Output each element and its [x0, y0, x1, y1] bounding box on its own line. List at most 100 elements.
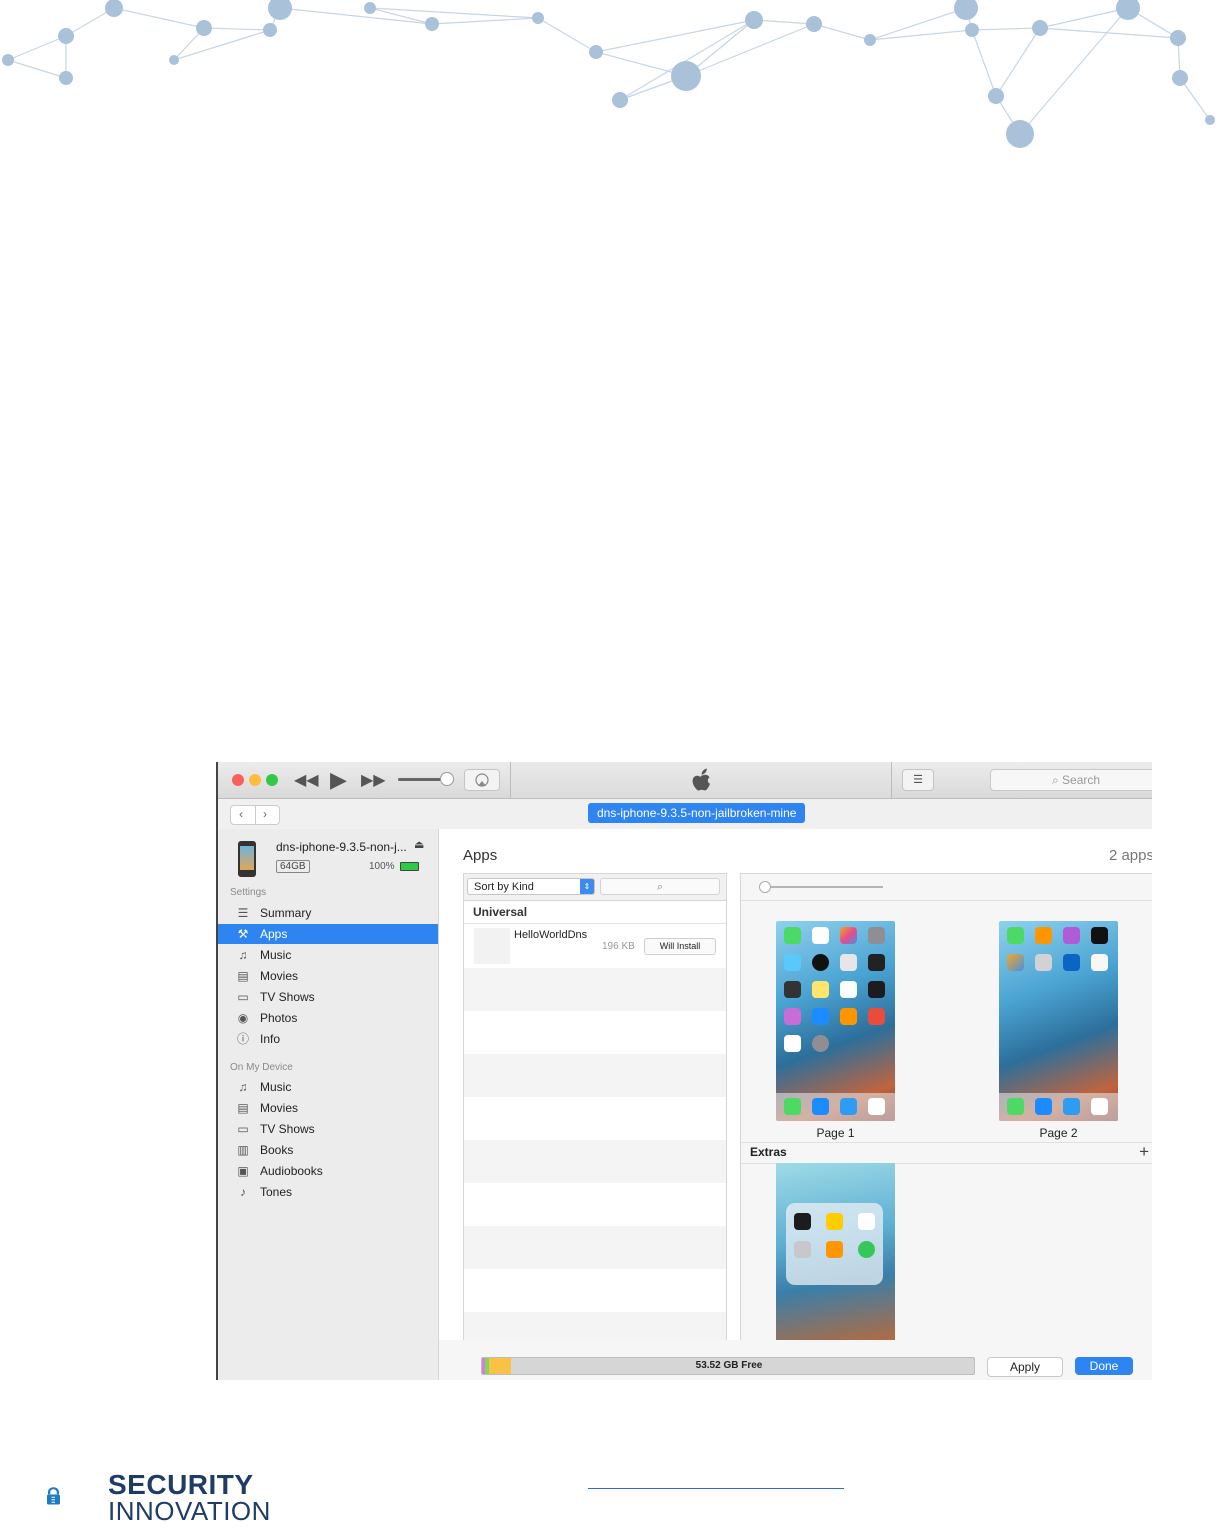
- device-item-tv-shows[interactable]: ▭ TV Shows: [218, 1119, 438, 1139]
- app-row[interactable]: HelloWorldDns 196 KB Will Install: [464, 924, 726, 968]
- nav-divider: [255, 806, 256, 824]
- back-arrow-icon[interactable]: ‹: [239, 807, 243, 821]
- page-2-label: Page 2: [1039, 1126, 1078, 1140]
- on-my-device-heading: On My Device: [230, 1062, 293, 1073]
- zoom-slider[interactable]: [763, 886, 883, 888]
- search-placeholder: Search: [1062, 773, 1101, 787]
- list-icon: ☰: [913, 774, 923, 786]
- bottom-bar: 53.52 GB Free Apply Done: [439, 1340, 1152, 1380]
- capacity-badge: 64GB: [276, 860, 310, 873]
- network-graphic: [2, 0, 1215, 148]
- weather-icon: [784, 954, 801, 971]
- minimize-window-button[interactable]: [249, 774, 261, 786]
- storage-free-label: 53.52 GB Free: [695, 1360, 763, 1371]
- extras-folder-screen[interactable]: [776, 1163, 895, 1344]
- home-screen-page-1[interactable]: [776, 921, 895, 1121]
- camera-icon: [868, 927, 885, 944]
- music-icon: ♫: [238, 1080, 248, 1094]
- logo-text-innovation: INNOVATION: [108, 1496, 271, 1526]
- settings-icon: [812, 1035, 829, 1052]
- sidebar-item-label: Photos: [260, 1011, 298, 1025]
- footer-link-underline[interactable]: [588, 1488, 844, 1489]
- safari-icon: [812, 1098, 829, 1115]
- settings-item-summary[interactable]: ☰ Summary: [218, 903, 438, 923]
- extras-label: Extras: [750, 1145, 787, 1159]
- rewind-icon[interactable]: ◀◀: [294, 770, 319, 790]
- zoom-window-button[interactable]: [266, 774, 278, 786]
- settings-heading: Settings: [230, 887, 267, 898]
- blank-app-icon: [1091, 954, 1108, 971]
- empty-row: [464, 1054, 726, 1097]
- app-icon: [474, 928, 510, 964]
- sidebar-item-label: Movies: [260, 1101, 299, 1115]
- home-screen-page-2[interactable]: [999, 921, 1118, 1121]
- phone-icon: [784, 1098, 801, 1115]
- list-view-button[interactable]: ☰: [902, 769, 934, 791]
- tv-shows-icon: ▭: [237, 1122, 249, 1136]
- app-name: HelloWorldDns: [514, 929, 588, 941]
- settings-item-apps[interactable]: ⚒ Apps: [218, 924, 438, 944]
- messages-icon: [784, 927, 801, 944]
- apps-search-input[interactable]: ⌕: [600, 878, 720, 895]
- device-thumbnail: [238, 841, 256, 877]
- news-icon: [868, 1008, 885, 1025]
- settings-item-movies[interactable]: ▤ Movies: [218, 966, 438, 986]
- settings-item-tv-shows[interactable]: ▭ TV Shows: [218, 987, 438, 1007]
- empty-row: [464, 1011, 726, 1054]
- search-icon: ⌕: [1051, 773, 1063, 787]
- fast-forward-icon[interactable]: ▶▶: [361, 770, 386, 790]
- find-iphone-icon: [858, 1241, 875, 1258]
- device-name[interactable]: dns-iphone-9.3.5-non-j...: [276, 840, 407, 854]
- play-icon[interactable]: ▶: [330, 767, 347, 793]
- empty-row: [464, 1226, 726, 1269]
- sidebar-item-label: Summary: [260, 906, 312, 920]
- sidebar-item-label: Music: [260, 948, 292, 962]
- empty-row: [464, 968, 726, 1011]
- apple-logo-icon: [692, 768, 710, 791]
- add-page-icon[interactable]: +: [1139, 1142, 1149, 1162]
- dock: [776, 1093, 895, 1121]
- volume-slider[interactable]: [398, 778, 446, 781]
- device-item-tones[interactable]: ♪ Tones: [218, 1182, 438, 1202]
- compass-icon: [794, 1213, 811, 1230]
- device-item-movies[interactable]: ▤ Movies: [218, 1098, 438, 1118]
- settings-item-music[interactable]: ♫ Music: [218, 945, 438, 965]
- settings-item-info[interactable]: ⓘ Info: [218, 1029, 438, 1049]
- podcasts-icon: [1063, 927, 1080, 944]
- forward-arrow-icon[interactable]: ›: [263, 807, 267, 821]
- zoom-slider-knob[interactable]: [759, 881, 771, 893]
- reminders-icon: [840, 981, 857, 998]
- photos-icon: [840, 927, 857, 944]
- history-nav: ‹ ›: [230, 805, 280, 825]
- battery-percent: 100%: [369, 861, 395, 872]
- sidebar-item-label: Info: [260, 1032, 281, 1046]
- app-size: 196 KB: [602, 941, 635, 952]
- sidebar-item-label: Movies: [260, 969, 299, 983]
- device-item-audiobooks[interactable]: ▣ Audiobooks: [218, 1161, 438, 1181]
- search-input[interactable]: ⌕ Search: [990, 769, 1152, 791]
- summary-icon: ☰: [237, 906, 249, 920]
- apply-button[interactable]: Apply: [987, 1357, 1063, 1377]
- sort-select[interactable]: Sort by Kind ⇕: [467, 878, 595, 895]
- wallet-icon: [784, 981, 801, 998]
- device-item-books[interactable]: ▥ Books: [218, 1140, 438, 1160]
- will-install-button[interactable]: Will Install: [644, 938, 716, 955]
- page-1-label: Page 1: [816, 1126, 855, 1140]
- settings-item-photos[interactable]: ◉ Photos: [218, 1008, 438, 1028]
- volume-knob[interactable]: [440, 772, 454, 786]
- device-item-music[interactable]: ♫ Music: [218, 1077, 438, 1097]
- extras-folder-icon: [1035, 954, 1052, 971]
- notes-icon: [812, 981, 829, 998]
- done-button[interactable]: Done: [1075, 1357, 1133, 1375]
- airplay-button[interactable]: [464, 769, 500, 791]
- close-window-button[interactable]: [232, 774, 244, 786]
- calculator-icon: [1035, 927, 1052, 944]
- stocks-icon: [868, 981, 885, 998]
- eject-icon[interactable]: ⏏: [414, 838, 424, 851]
- main-content: Apps 2 apps Sort by Kind ⇕ ⌕ Universal H…: [439, 829, 1152, 1380]
- device-pill[interactable]: dns-iphone-9.3.5-non-jailbroken-mine: [588, 803, 806, 823]
- apps-list-toolbar: Sort by Kind ⇕ ⌕: [464, 874, 726, 901]
- airplay-icon: [475, 773, 489, 787]
- camera-icon: ◉: [237, 1011, 249, 1025]
- itunes-store-icon: [784, 1008, 801, 1025]
